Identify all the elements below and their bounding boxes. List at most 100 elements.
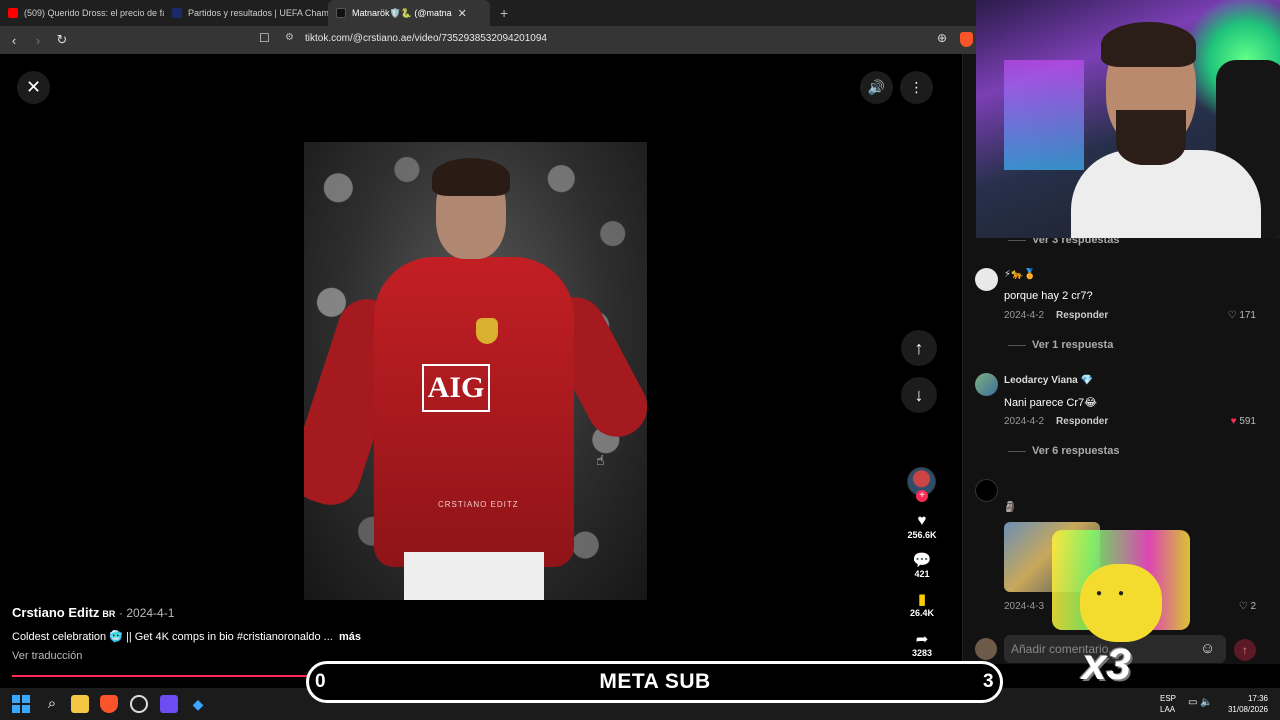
tiktok-icon	[336, 8, 346, 18]
comment-like-button[interactable]: ♥ 591	[1231, 416, 1256, 427]
brave-browser-icon[interactable]	[100, 695, 118, 713]
heart-outline-icon: ♡	[1227, 310, 1237, 321]
comment-avatar[interactable]	[975, 373, 998, 396]
streamer-hair	[1101, 22, 1196, 67]
bookmark-icon[interactable]: ☐	[259, 31, 270, 45]
pikachu-face	[1080, 564, 1162, 642]
comment-text: Nani parece Cr7😂	[1004, 397, 1097, 409]
author-country: BR	[102, 609, 116, 619]
zoom-icon[interactable]: ⊕	[937, 31, 947, 45]
back-icon[interactable]: ‹	[4, 33, 24, 48]
comment-icon: 💬	[912, 552, 932, 569]
windows-start-icon[interactable]	[12, 695, 30, 713]
caption-more-link[interactable]: más	[339, 631, 361, 643]
comment-like-button[interactable]: ♡ 171	[1228, 310, 1256, 321]
comment-like-button[interactable]: ♡ 2	[1239, 601, 1256, 612]
comment-count: 421	[914, 569, 930, 579]
browser-tab-bar: (509) Querido Dross: el precio de fam Pa…	[0, 0, 976, 26]
tab-uefa[interactable]: Partidos y resultados | UEFA Champi	[164, 0, 328, 26]
comment-author[interactable]: ⚡🐆🏅	[1004, 269, 1036, 280]
view-replies-button[interactable]: Ver 1 respuesta	[1008, 339, 1113, 351]
app-diamond-icon[interactable]: ◆	[189, 695, 207, 713]
heart-filled-icon: ♥	[1230, 416, 1237, 427]
share-count: 3283	[911, 648, 933, 658]
arrow-up-icon: ↑	[914, 337, 924, 358]
tab-title: Partidos y resultados | UEFA Champi	[188, 8, 328, 18]
address-bar: ‹ › ↻ ☐ ⚙ tiktok.com/@crstiano.ae/video/…	[0, 26, 976, 54]
tab-title: (509) Querido Dross: el precio de fam	[24, 8, 164, 18]
close-video-button[interactable]: ✕	[17, 71, 50, 104]
share-button[interactable]: ➦ 3283	[896, 630, 948, 658]
translate-link[interactable]: Ver traducción	[12, 650, 82, 662]
mouse-cursor-icon: ☝	[596, 452, 605, 468]
tab-tiktok[interactable]: Matnarök🛡️🐍 (@matna ✕	[328, 0, 490, 26]
close-icon: ✕	[25, 77, 42, 97]
close-tab-icon[interactable]: ✕	[458, 7, 467, 20]
post-author-line: Crstiano Editz BR · 2024-4-1	[12, 605, 174, 620]
comment-meta: 2024-4-3	[1004, 601, 1044, 612]
reply-button[interactable]: Responder	[1056, 310, 1108, 321]
pikachu-eyes-icon: ●●	[1096, 588, 1141, 599]
clock-time: 17:36	[1247, 694, 1268, 703]
save-count: 26.4K	[909, 608, 935, 618]
webcam-overlay	[976, 0, 1280, 238]
comment-date: 2024-4-3	[1004, 601, 1045, 612]
search-icon[interactable]: ⌕	[43, 695, 61, 713]
next-video-button[interactable]: ↓	[901, 377, 937, 413]
follow-button[interactable]: +	[916, 490, 928, 502]
post-date: · 2024-4-1	[119, 606, 175, 620]
reply-button[interactable]: Responder	[1056, 416, 1108, 427]
arrow-down-icon: ↓	[914, 384, 924, 405]
system-tray[interactable]: ▭ 🔈	[1188, 697, 1213, 708]
reload-icon[interactable]: ↻	[52, 32, 72, 48]
like-button[interactable]: ♥ 256.6K	[896, 512, 948, 540]
shirt-sponsor: AIG	[422, 364, 490, 412]
volume-icon: 🔈	[1200, 697, 1213, 708]
video-frame[interactable]: AIG CRSTIANO EDITZ	[304, 142, 647, 600]
comment-avatar[interactable]	[975, 268, 998, 291]
bookmark-filled-icon: ▮	[917, 591, 927, 608]
background-monitor	[1004, 60, 1084, 170]
site-info-icon[interactable]: ⚙	[285, 32, 294, 43]
uefa-icon	[172, 8, 182, 18]
url-field[interactable]: tiktok.com/@crstiano.ae/video/7352938532…	[305, 33, 547, 44]
new-tab-button[interactable]: +	[490, 0, 518, 26]
heart-outline-icon: ♡	[1238, 601, 1248, 612]
player-hair	[432, 158, 510, 196]
taskbar-clock[interactable]: 17:36 31/08/2026	[1224, 693, 1268, 715]
keyboard-language[interactable]: ESP LAA	[1160, 693, 1176, 715]
forward-icon[interactable]: ›	[28, 33, 48, 48]
player-shorts	[404, 552, 544, 600]
comment-author[interactable]: Leodarcy Viana 💎	[1004, 375, 1093, 386]
streamer-beard	[1116, 110, 1186, 165]
volume-button[interactable]: 🔊	[860, 71, 893, 104]
comment-like-count: 2	[1250, 601, 1256, 612]
file-explorer-icon[interactable]	[71, 695, 89, 713]
save-button[interactable]: ▮ 26.4K	[896, 590, 948, 618]
keyboard-layout: LAA	[1160, 705, 1176, 714]
tab-youtube[interactable]: (509) Querido Dross: el precio de fam	[0, 0, 164, 26]
comment-avatar[interactable]	[975, 479, 998, 502]
comment-text: porque hay 2 cr7?	[1004, 290, 1093, 302]
more-options-button[interactable]: ⋮	[900, 71, 933, 104]
emoji-icon[interactable]: ☺	[1200, 640, 1215, 657]
post-comment-button[interactable]: ↑	[1234, 639, 1256, 661]
obs-icon[interactable]	[130, 695, 148, 713]
speaker-icon: 🔊	[867, 79, 886, 95]
app-grid-icon[interactable]	[160, 695, 178, 713]
more-vertical-icon: ⋮	[909, 79, 924, 95]
comment-button[interactable]: 💬 421	[896, 551, 948, 579]
tab-title: Matnarök🛡️🐍 (@matna	[352, 7, 452, 18]
clock-date: 31/08/2026	[1227, 705, 1268, 714]
comment-author[interactable]: 🗿	[1004, 502, 1016, 513]
previous-video-button[interactable]: ↑	[901, 330, 937, 366]
player-shirt	[374, 257, 574, 567]
comment-date: 2024-4-2	[1004, 416, 1045, 427]
view-replies-button[interactable]: Ver 6 respuestas	[1008, 445, 1119, 457]
sub-goal-target: 3	[983, 671, 994, 692]
club-crest-icon	[476, 318, 498, 344]
author-name[interactable]: Crstiano Editz	[12, 605, 99, 620]
comment-like-count: 591	[1239, 416, 1256, 427]
brave-shield-icon[interactable]	[960, 32, 973, 47]
language-code: ESP	[1160, 694, 1177, 703]
